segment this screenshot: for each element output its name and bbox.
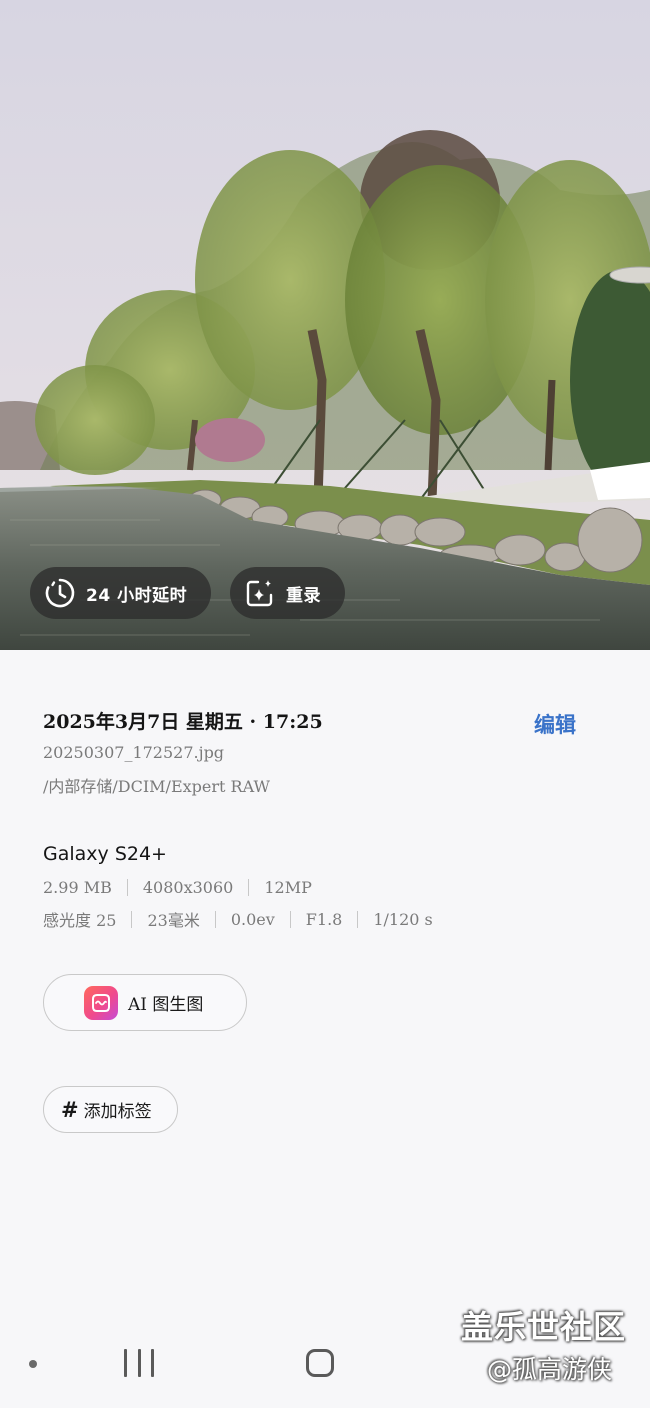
divider (131, 910, 133, 928)
divider (126, 879, 128, 896)
home-icon[interactable] (306, 1349, 334, 1377)
exposure-specs-row: 感光度 25 23毫米 0.0ev F1.8 1/120 s (43, 907, 433, 931)
add-tag-label: 添加标签 (83, 1102, 152, 1122)
file-specs-row: 2.99 MB 4080x3060 12MP (43, 878, 312, 897)
capture-datetime: 2025年3月7日 星期五 · 17:25 (43, 711, 323, 733)
camera-model: Galaxy S24+ (43, 843, 167, 865)
add-tag-button[interactable]: # 添加标签 (43, 1086, 178, 1133)
timelapse-clock-icon (44, 577, 76, 609)
file-name: 20250307_172527.jpg (43, 743, 225, 762)
iso-value: 感光度 25 (43, 911, 117, 930)
gallery-detail-screen: 24 小时延时 重录 2025年3月7日 星期五 · 17:25 编辑 2025… (0, 0, 650, 1408)
divider (357, 910, 359, 928)
recents-icon[interactable] (124, 1349, 154, 1377)
divider (289, 910, 291, 928)
ai-image-to-image-button[interactable]: AI 图生图 (43, 974, 247, 1031)
edit-button[interactable]: 编辑 (534, 709, 576, 739)
rerecord-label: 重录 (286, 585, 321, 606)
file-path: /内部存储/DCIM/Expert RAW (43, 777, 270, 796)
shutter-speed: 1/120 s (373, 909, 433, 929)
resolution: 4080x3060 (142, 878, 234, 897)
exposure-compensation: 0.0ev (230, 909, 275, 929)
divider (214, 910, 216, 928)
sparkle-frame-icon (244, 577, 276, 609)
timelapse-24h-label: 24 小时延时 (86, 585, 188, 606)
ai-image-app-icon (84, 985, 118, 1020)
photo-viewer[interactable]: 24 小时延时 重录 (0, 0, 650, 650)
photo-image (0, 0, 650, 650)
ai-image-to-image-label: AI 图生图 (128, 995, 204, 1015)
divider (248, 879, 250, 896)
timelapse-24h-button[interactable]: 24 小时延时 (30, 567, 211, 619)
focal-length: 23毫米 (147, 911, 200, 930)
nav-indicator-dot (29, 1360, 37, 1368)
aperture: F1.8 (305, 909, 343, 929)
rerecord-button[interactable]: 重录 (230, 567, 345, 619)
details-panel: 2025年3月7日 星期五 · 17:25 编辑 20250307_172527… (0, 650, 650, 1330)
watermark-community: 盖乐世社区 (461, 1308, 627, 1346)
hashtag-icon: # (61, 1097, 79, 1122)
file-size: 2.99 MB (43, 878, 112, 897)
watermark-author: @孤高游侠 (487, 1355, 613, 1384)
megapixels: 12MP (264, 878, 312, 897)
